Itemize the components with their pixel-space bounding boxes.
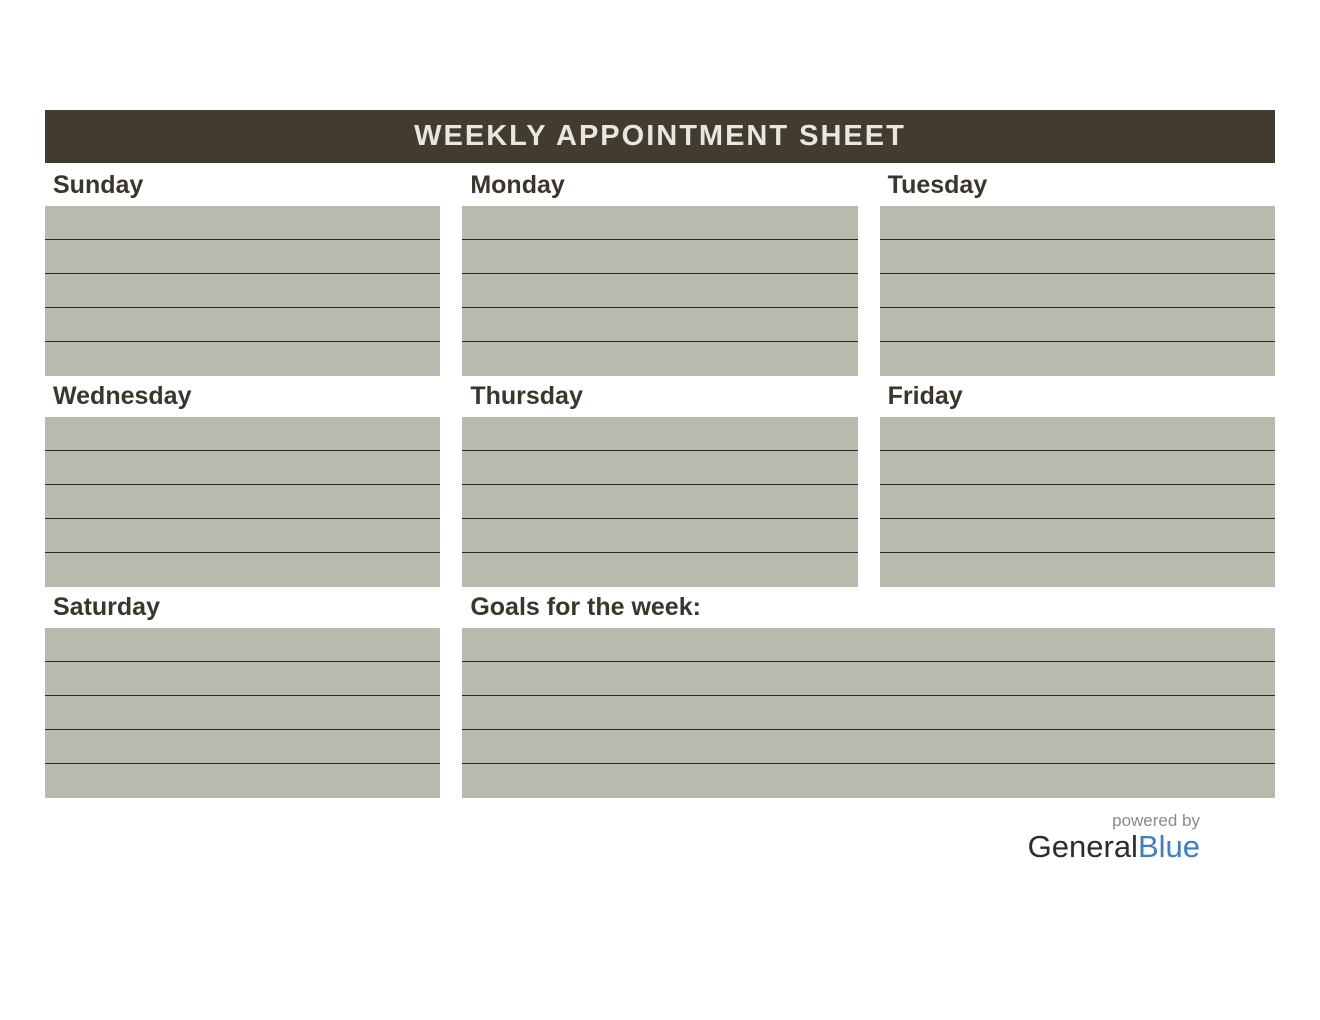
appointment-line[interactable] xyxy=(45,308,440,342)
day-tuesday: Tuesday xyxy=(880,165,1275,376)
week-grid: Sunday Monday Tuesday xyxy=(45,165,1275,798)
appointment-line[interactable] xyxy=(880,308,1275,342)
day-saturday: Saturday xyxy=(45,587,440,798)
goal-line[interactable] xyxy=(462,662,1275,696)
goal-line[interactable] xyxy=(462,696,1275,730)
lines-thursday xyxy=(462,417,857,587)
appointment-line[interactable] xyxy=(462,417,857,451)
day-label-thursday: Thursday xyxy=(462,376,857,417)
goals-label: Goals for the week: xyxy=(462,587,1275,628)
goal-line[interactable] xyxy=(462,764,1275,798)
appointment-line[interactable] xyxy=(462,342,857,376)
goal-line[interactable] xyxy=(462,730,1275,764)
appointment-line[interactable] xyxy=(462,206,857,240)
appointment-line[interactable] xyxy=(462,308,857,342)
lines-friday xyxy=(880,417,1275,587)
sheet-title: WEEKLY APPOINTMENT SHEET xyxy=(45,110,1275,163)
goals-block: Goals for the week: xyxy=(462,587,1275,798)
appointment-line[interactable] xyxy=(45,451,440,485)
day-monday: Monday xyxy=(462,165,857,376)
appointment-line[interactable] xyxy=(45,696,440,730)
day-thursday: Thursday xyxy=(462,376,857,587)
appointment-line[interactable] xyxy=(45,206,440,240)
appointment-line[interactable] xyxy=(880,274,1275,308)
day-friday: Friday xyxy=(880,376,1275,587)
day-label-tuesday: Tuesday xyxy=(880,165,1275,206)
lines-monday xyxy=(462,206,857,376)
appointment-line[interactable] xyxy=(45,628,440,662)
day-sunday: Sunday xyxy=(45,165,440,376)
day-label-saturday: Saturday xyxy=(45,587,440,628)
lines-sunday xyxy=(45,206,440,376)
brand-part1: General xyxy=(1028,829,1138,864)
day-label-sunday: Sunday xyxy=(45,165,440,206)
footer: powered by GeneralBlue xyxy=(1028,811,1200,865)
appointment-line[interactable] xyxy=(880,206,1275,240)
appointment-line[interactable] xyxy=(880,519,1275,553)
appointment-line[interactable] xyxy=(45,730,440,764)
appointment-line[interactable] xyxy=(45,274,440,308)
day-label-monday: Monday xyxy=(462,165,857,206)
appointment-line[interactable] xyxy=(45,342,440,376)
appointment-line[interactable] xyxy=(462,485,857,519)
appointment-line[interactable] xyxy=(462,519,857,553)
appointment-line[interactable] xyxy=(880,342,1275,376)
day-wednesday: Wednesday xyxy=(45,376,440,587)
lines-saturday xyxy=(45,628,440,798)
appointment-line[interactable] xyxy=(45,485,440,519)
appointment-line[interactable] xyxy=(462,240,857,274)
appointment-line[interactable] xyxy=(880,485,1275,519)
lines-wednesday xyxy=(45,417,440,587)
day-label-friday: Friday xyxy=(880,376,1275,417)
appointment-line[interactable] xyxy=(880,240,1275,274)
appointment-line[interactable] xyxy=(45,240,440,274)
appointment-sheet: WEEKLY APPOINTMENT SHEET Sunday Monday xyxy=(45,110,1275,798)
brand-part2: Blue xyxy=(1138,829,1200,864)
appointment-line[interactable] xyxy=(462,274,857,308)
appointment-line[interactable] xyxy=(45,553,440,587)
goal-line[interactable] xyxy=(462,628,1275,662)
appointment-line[interactable] xyxy=(45,662,440,696)
appointment-line[interactable] xyxy=(462,451,857,485)
appointment-line[interactable] xyxy=(45,764,440,798)
appointment-line[interactable] xyxy=(45,417,440,451)
appointment-line[interactable] xyxy=(880,553,1275,587)
appointment-line[interactable] xyxy=(880,451,1275,485)
day-label-wednesday: Wednesday xyxy=(45,376,440,417)
appointment-line[interactable] xyxy=(880,417,1275,451)
powered-by-text: powered by xyxy=(1028,811,1200,831)
lines-goals xyxy=(462,628,1275,798)
appointment-line[interactable] xyxy=(462,553,857,587)
brand-logo: GeneralBlue xyxy=(1028,829,1200,865)
appointment-line[interactable] xyxy=(45,519,440,553)
lines-tuesday xyxy=(880,206,1275,376)
